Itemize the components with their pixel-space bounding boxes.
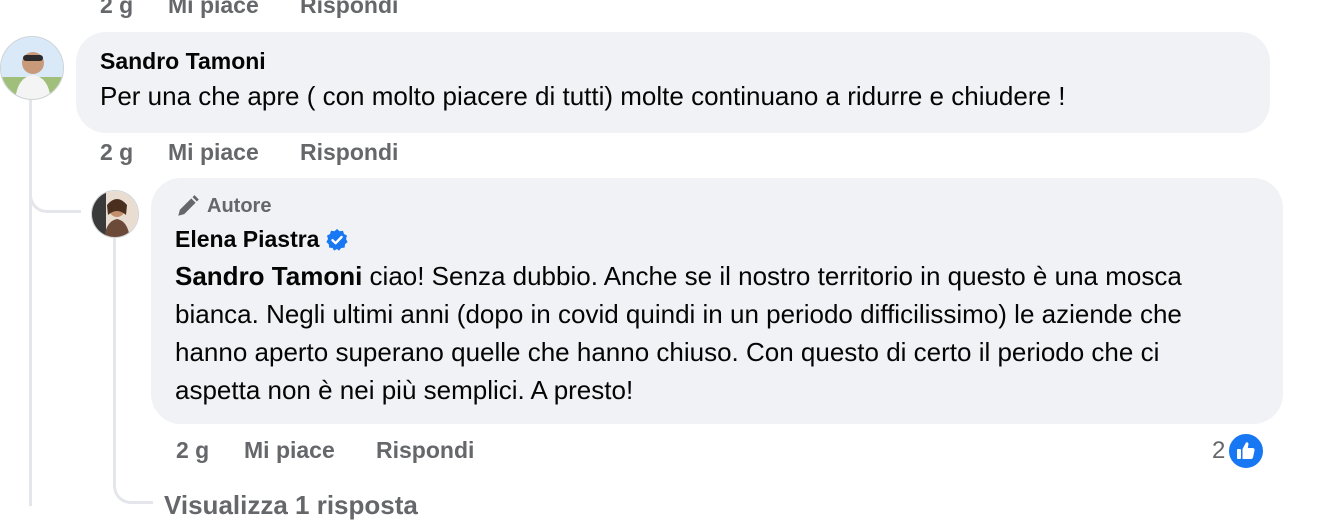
thread-connector-view-replies bbox=[113, 440, 153, 504]
timestamp[interactable]: 2 g bbox=[100, 0, 133, 19]
reply-bubble: Autore Elena Piastra Sandro Tamoni ciao!… bbox=[151, 178, 1283, 424]
comment-text: Per una che apre ( con molto piacere di … bbox=[100, 81, 1066, 111]
author-badge-label: Autore bbox=[207, 194, 272, 217]
author-badge: Autore bbox=[175, 192, 1259, 220]
reply-button[interactable]: Rispondi bbox=[300, 139, 398, 166]
like-button[interactable]: Mi piace bbox=[168, 139, 259, 166]
avatar-photo-icon bbox=[92, 191, 138, 237]
comment-author[interactable]: Elena Piastra bbox=[175, 226, 319, 253]
verified-badge-icon bbox=[326, 228, 349, 251]
thumbs-up-icon bbox=[1227, 432, 1266, 470]
reply-button[interactable]: Rispondi bbox=[300, 0, 398, 19]
reaction-count: 2 bbox=[1212, 437, 1226, 464]
like-button[interactable]: Mi piace bbox=[168, 0, 259, 19]
comment-author[interactable]: Sandro Tamoni bbox=[100, 48, 1246, 75]
avatar[interactable] bbox=[91, 190, 139, 238]
timestamp[interactable]: 2 g bbox=[100, 139, 133, 166]
comment-bubble: Sandro Tamoni Per una che apre ( con mol… bbox=[76, 32, 1270, 133]
reply-button[interactable]: Rispondi bbox=[376, 437, 474, 464]
timestamp[interactable]: 2 g bbox=[176, 437, 209, 464]
thread-connector-reply bbox=[29, 100, 81, 213]
avatar-photo-icon bbox=[1, 37, 63, 99]
reaction-summary[interactable]: 2 bbox=[1212, 432, 1266, 470]
pencil-icon bbox=[178, 195, 199, 216]
mention-link[interactable]: Sandro Tamoni bbox=[175, 261, 362, 291]
comment-text: Sandro Tamoni ciao! Senza dubbio. Anche … bbox=[175, 257, 1245, 409]
avatar[interactable] bbox=[0, 36, 64, 100]
like-button[interactable]: Mi piace bbox=[244, 437, 335, 464]
